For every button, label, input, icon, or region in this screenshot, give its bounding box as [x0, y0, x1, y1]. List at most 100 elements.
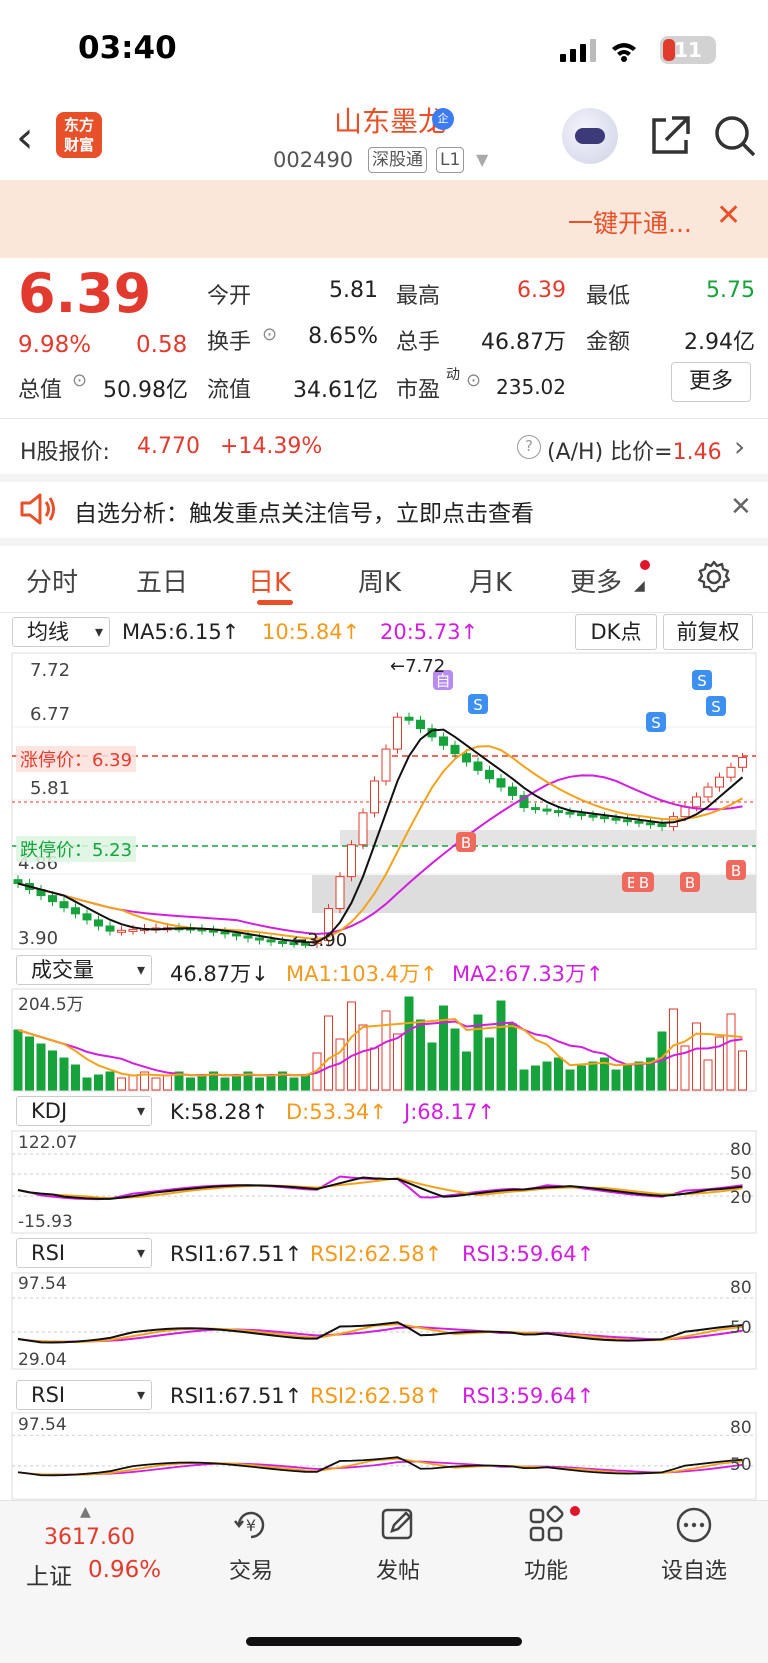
- volume-bar: [577, 1065, 586, 1091]
- limit-up-label: 涨停价：6.39: [16, 746, 137, 772]
- index-pct[interactable]: 0.96%: [88, 1557, 161, 1583]
- volume-bar: [450, 1028, 460, 1091]
- kdj-d: D:53.34↑: [286, 1100, 387, 1124]
- tab-intraday[interactable]: 分时: [26, 562, 78, 599]
- logo-line-2: 财富: [63, 136, 94, 154]
- kdj-k: K:58.28↑: [170, 1100, 269, 1124]
- tab-weekly-k[interactable]: 周K: [358, 562, 401, 599]
- info-icon[interactable]: ⊙: [262, 324, 277, 345]
- caret-up-icon: ▲: [80, 1504, 91, 1520]
- info-icon[interactable]: ⊙: [72, 370, 87, 391]
- dropdown-icon: ◢: [634, 578, 645, 594]
- search-icon[interactable]: [713, 114, 757, 158]
- kline-low-label: ←3.90: [292, 930, 348, 951]
- alert-text[interactable]: 自选分析：触发重点关注信号，立即点击查看: [74, 494, 534, 528]
- app-logo[interactable]: 东方 财富: [56, 112, 102, 158]
- nav-post-label: 发帖: [375, 1559, 420, 1584]
- volume-bar: [519, 1069, 529, 1091]
- volume-bar: [416, 1019, 425, 1091]
- rsi-max-label-2: 97.54: [18, 1415, 67, 1435]
- nav-trade[interactable]: ¥ 交易: [191, 1505, 311, 1585]
- back-icon[interactable]: ‹: [16, 112, 34, 163]
- nav-add-watchlist[interactable]: 设自选: [634, 1505, 754, 1585]
- nav-post[interactable]: 发帖: [338, 1505, 458, 1585]
- chevron-down-icon[interactable]: ▼: [476, 150, 488, 169]
- home-indicator: [246, 1637, 522, 1646]
- banner-text[interactable]: 一键开通...: [568, 204, 692, 240]
- volume-bar: [48, 1050, 57, 1091]
- nav-functions[interactable]: 功能: [486, 1505, 606, 1585]
- trade-icon: ¥: [234, 1511, 265, 1539]
- more-dots-icon: [676, 1507, 712, 1543]
- volume-label: 总手: [396, 330, 441, 355]
- rsi-chart-2[interactable]: [0, 1412, 768, 1500]
- indicator-select-volume[interactable]: 成交量: [16, 955, 152, 985]
- kdj-chart[interactable]: [0, 1130, 768, 1234]
- section-gap: [0, 474, 768, 482]
- pe-label: 市盈: [396, 378, 441, 403]
- volume-bar: [220, 1077, 230, 1091]
- volume-bar: [105, 1071, 115, 1091]
- divider: [0, 418, 768, 419]
- candle-body: [462, 753, 471, 763]
- volume-bar: [358, 1024, 368, 1091]
- tab-monthly-k[interactable]: 月K: [469, 562, 512, 599]
- candle-body: [48, 895, 57, 903]
- tab-five-day[interactable]: 五日: [136, 562, 188, 599]
- volume-bar: [289, 1077, 299, 1091]
- volume-ma2: MA2:67.33万↑: [452, 962, 604, 986]
- ah-ratio[interactable]: (A/H) 比价=1.46: [547, 434, 722, 466]
- volume-bar: [94, 1074, 103, 1091]
- mktcap-value: 50.98亿: [103, 378, 188, 403]
- close-icon[interactable]: ✕: [730, 492, 752, 522]
- rsi-level-80-2: 80: [730, 1418, 752, 1438]
- indicator-select-ma[interactable]: 均线: [12, 617, 110, 647]
- rsi-min-label: 29.04: [18, 1350, 67, 1370]
- tab-daily-k[interactable]: 日K: [248, 562, 291, 599]
- share-icon[interactable]: [648, 114, 692, 158]
- help-icon[interactable]: ?: [517, 435, 541, 459]
- assistant-robot-icon[interactable]: [562, 108, 618, 164]
- gear-icon[interactable]: [697, 560, 731, 594]
- rsi-chart[interactable]: [0, 1272, 768, 1370]
- tab-more[interactable]: 更多: [570, 562, 622, 599]
- candle-body: [623, 819, 632, 823]
- candle-body: [439, 736, 448, 746]
- candle-body: [266, 939, 276, 943]
- kline-min-label: 3.90: [18, 928, 59, 949]
- more-button[interactable]: 更多: [671, 362, 751, 402]
- price-adjust-button[interactable]: 前复权: [663, 614, 753, 650]
- amount-value: 2.94亿: [684, 330, 755, 355]
- notification-dot: [570, 1506, 580, 1516]
- volume-current: 46.87万↓: [170, 962, 269, 986]
- candle-body: [416, 719, 425, 730]
- close-icon[interactable]: ✕: [716, 198, 741, 233]
- volume-chart[interactable]: [0, 988, 768, 1092]
- volume-bar: [531, 1065, 540, 1091]
- volume-bar: [301, 1074, 310, 1091]
- dk-point-button[interactable]: DK点: [575, 614, 657, 650]
- logo-line-1: 东方: [63, 116, 94, 134]
- candle-body: [703, 786, 713, 798]
- rsi1-value-2: RSI1:67.51↑: [170, 1384, 303, 1408]
- candle-body: [554, 810, 563, 814]
- candle-body: [278, 940, 287, 944]
- info-icon[interactable]: ⊙: [466, 370, 481, 391]
- candle-body: [255, 937, 264, 941]
- tag-level: L1: [436, 147, 465, 173]
- kline-chart[interactable]: SSSSBB B BB自: [0, 652, 768, 952]
- candle-body: [657, 823, 667, 828]
- signal-marker-text: B: [731, 862, 741, 880]
- indicator-select-rsi-2[interactable]: RSI: [16, 1380, 152, 1410]
- kline-tick-2: 5.81: [30, 778, 71, 799]
- index-value[interactable]: 3617.60: [44, 1525, 135, 1550]
- chevron-right-icon[interactable]: ›: [734, 430, 745, 463]
- candle-body: [358, 812, 368, 846]
- indicator-select-kdj[interactable]: KDJ: [16, 1096, 152, 1126]
- candle-body: [232, 933, 241, 937]
- candle-body: [485, 769, 494, 780]
- indicator-select-rsi[interactable]: RSI: [16, 1238, 152, 1268]
- volume-bar: [163, 1074, 172, 1091]
- svg-text:¥: ¥: [246, 1516, 256, 1535]
- index-name[interactable]: 上证: [26, 1557, 72, 1591]
